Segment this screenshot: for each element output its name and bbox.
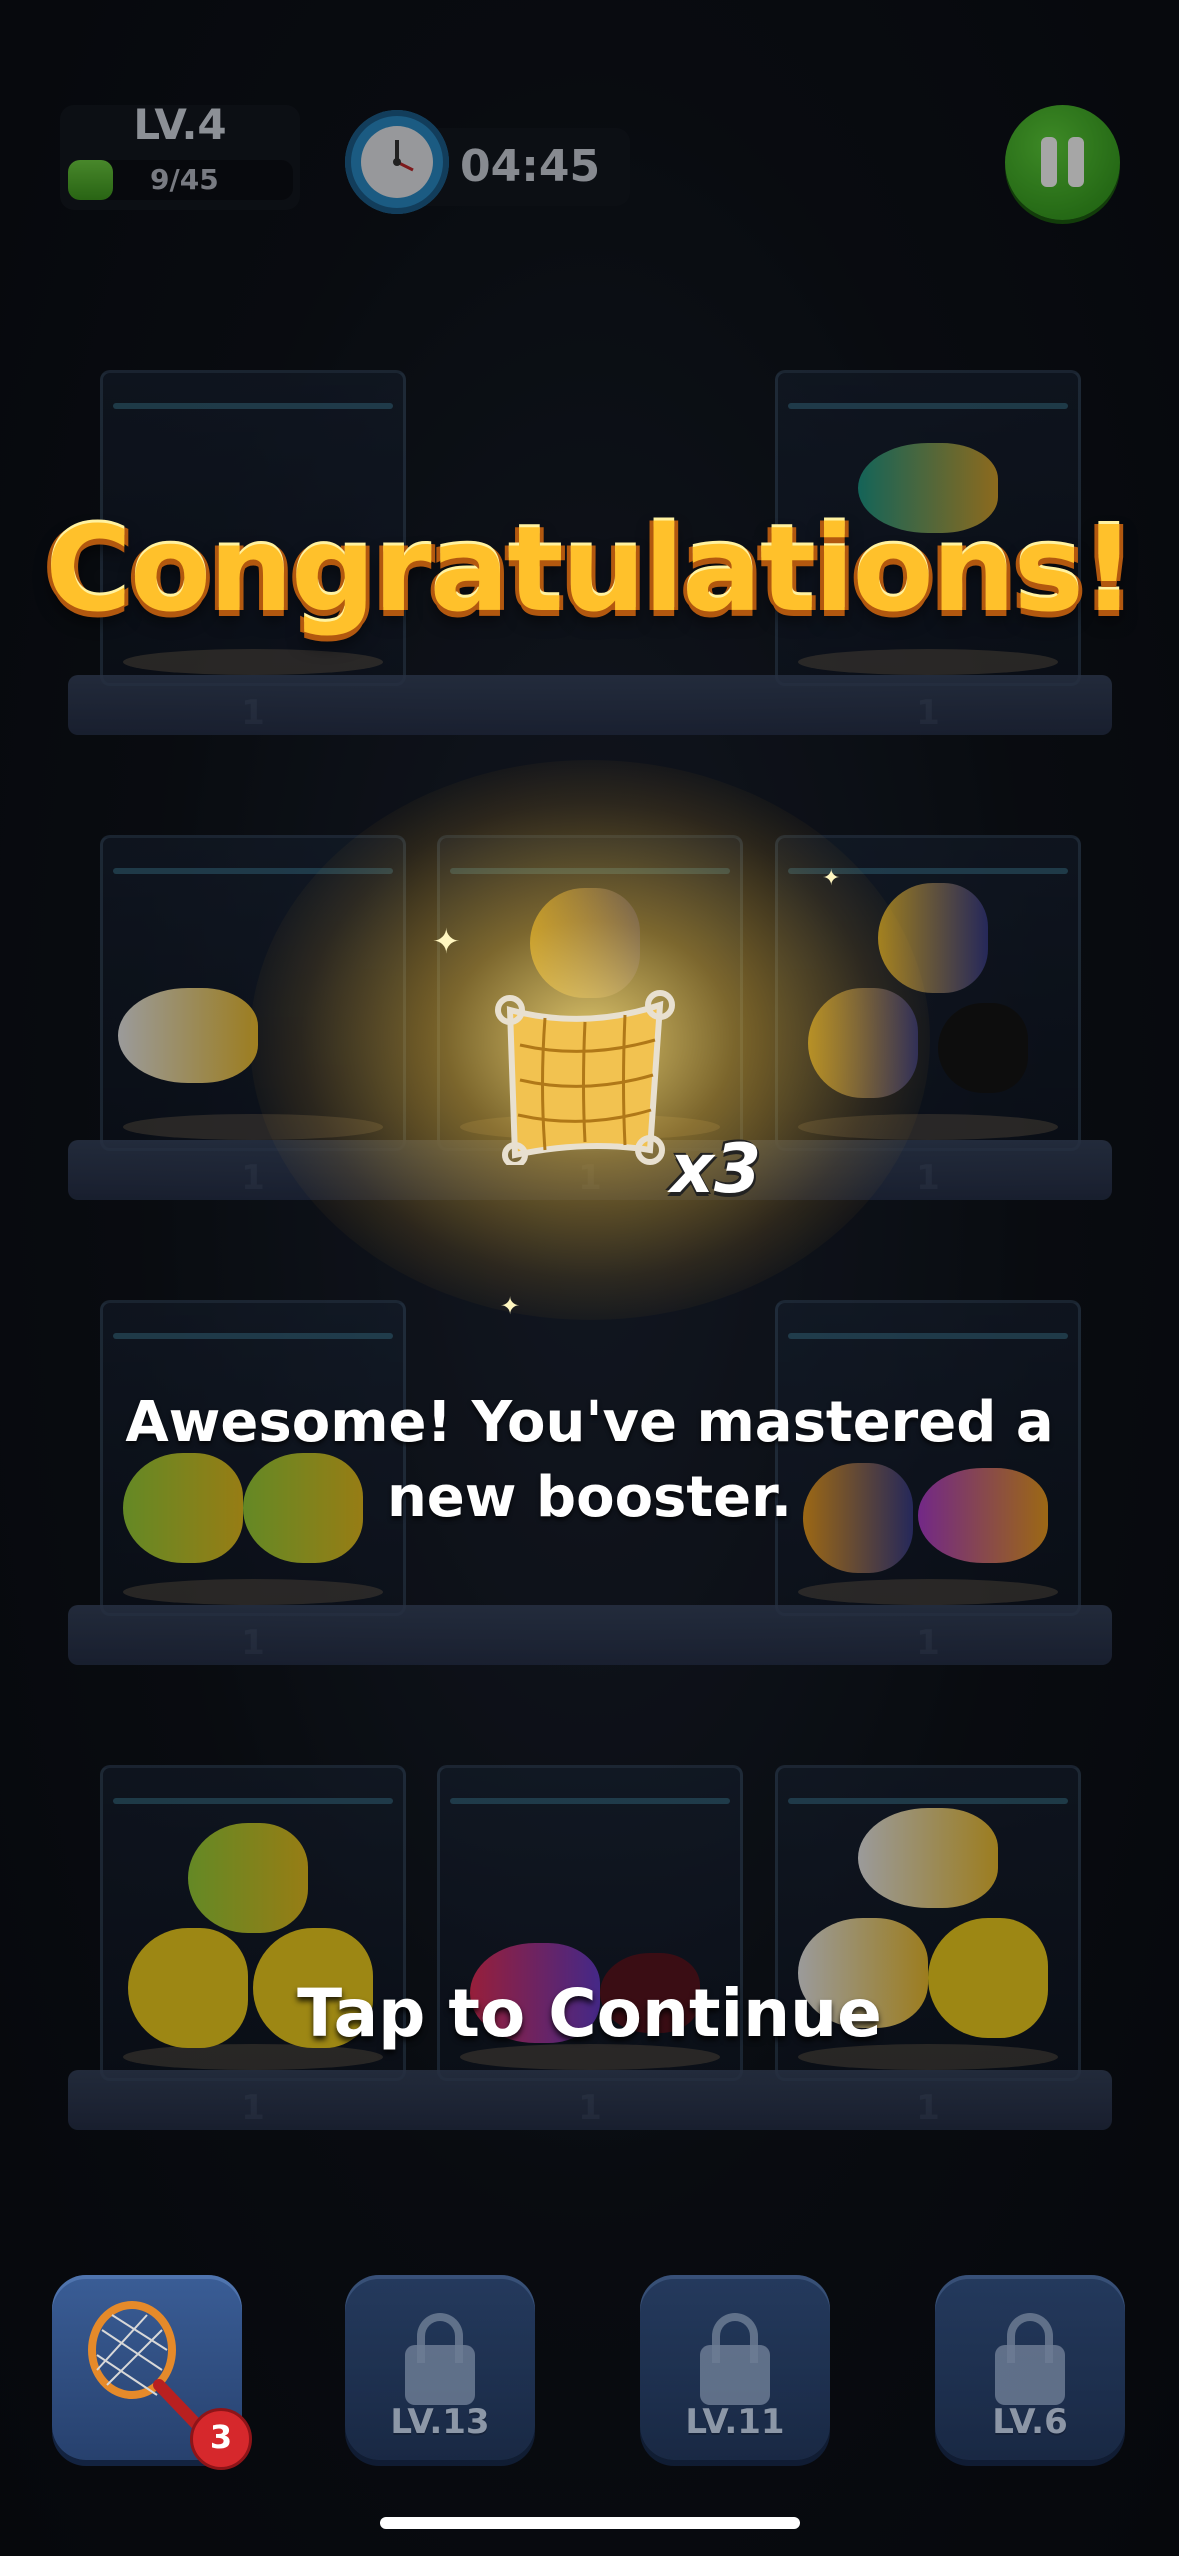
booster-net-button[interactable]: 3 [52,2275,252,2470]
booster-count-badge: 3 [190,2408,252,2470]
sparkle-icon: ✦ [432,922,461,962]
congratulations-title: Congratulations! [45,500,1135,638]
sparkle-icon: ✦ [500,1292,521,1320]
booster-unlock-level: LV.13 [390,2402,490,2442]
lock-icon [405,2345,475,2405]
booster-locked-button[interactable]: LV.11 [640,2275,830,2460]
tap-to-continue[interactable]: Tap to Continue [0,1975,1179,2052]
booster-unlock-level: LV.6 [992,2402,1068,2442]
booster-locked-button[interactable]: LV.13 [345,2275,535,2460]
sparkle-icon: ✦ [822,866,841,891]
reward-multiplier: x3 [670,1130,762,1209]
booster-locked-button[interactable]: LV.6 [935,2275,1125,2460]
home-indicator[interactable] [380,2517,800,2529]
net-booster-icon [495,990,675,1165]
lock-icon [995,2345,1065,2405]
booster-unlock-level: LV.11 [685,2402,785,2442]
reward-message: Awesome! You've mastered a new booster. [125,1390,1054,1530]
lock-icon [700,2345,770,2405]
